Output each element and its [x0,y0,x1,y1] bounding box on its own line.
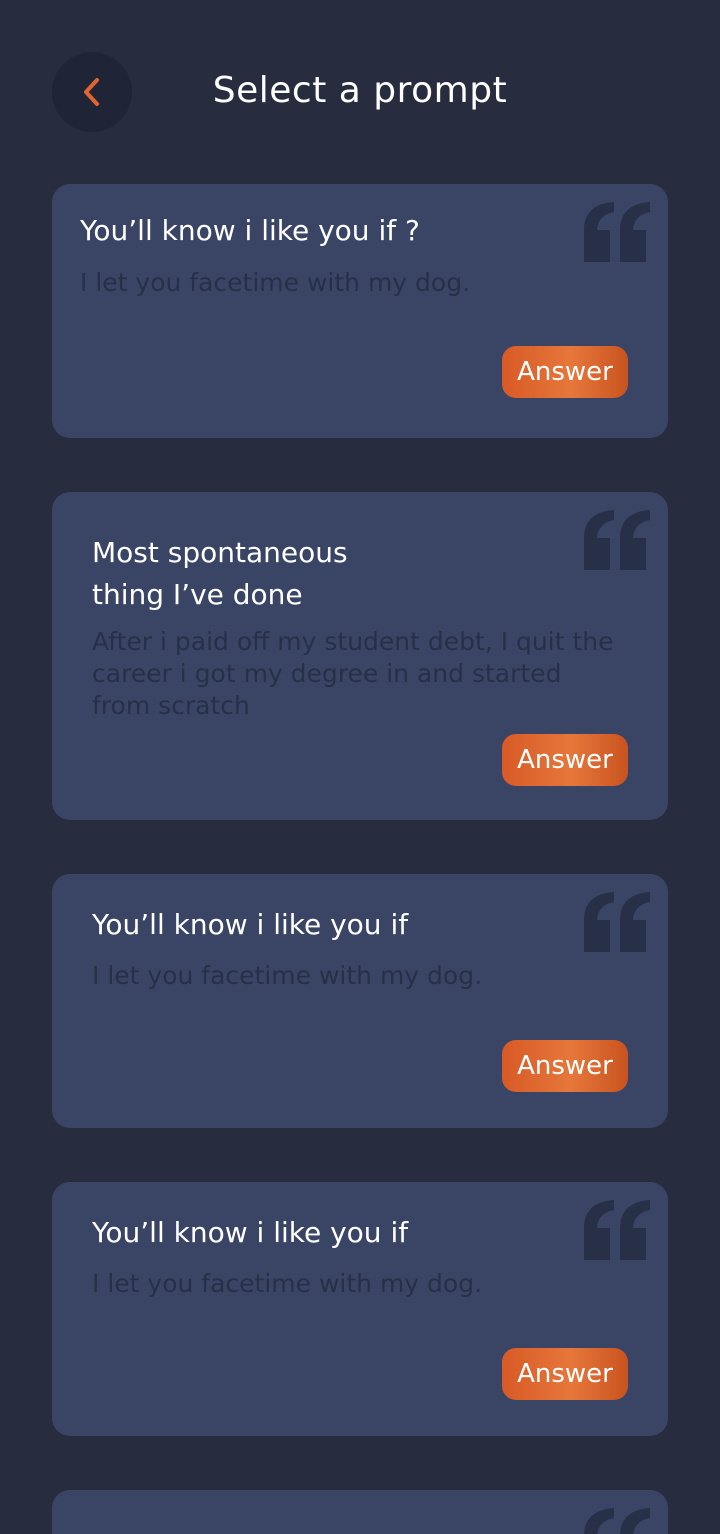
prompt-question: Most spontaneous thing I’ve done [92,532,348,616]
prompt-question: You’ll know i like you if ? [80,214,420,247]
prompt-card[interactable]: You’ll know i like you if ? I let you fa… [52,184,668,438]
answer-button[interactable]: Answer [502,1348,628,1400]
prompt-question-line: thing I’ve done [92,578,303,611]
answer-button[interactable]: Answer [502,734,628,786]
quote-icon [580,508,652,572]
header: Select a prompt [0,0,720,184]
quote-icon [580,1198,652,1262]
prompt-card[interactable]: Most spontaneous thing I’ve done After i… [52,492,668,820]
prompt-answer: I let you facetime with my dog. [92,1269,483,1298]
prompt-answer: I let you facetime with my dog. [80,268,471,297]
prompt-answer-line: career i got my degree in and started [92,659,562,688]
prompt-card[interactable]: You’ll know i like you if I let you face… [52,874,668,1128]
prompt-question: You’ll know i like you if [92,1216,409,1249]
prompt-answer-line: from scratch [92,691,250,720]
prompt-question: You’ll know i like you if [92,908,409,941]
quote-icon [580,1506,652,1534]
prompt-card[interactable] [52,1490,668,1534]
quote-icon [580,890,652,954]
prompt-answer: I let you facetime with my dog. [92,961,483,990]
page-title: Select a prompt [212,70,508,111]
answer-button[interactable]: Answer [502,346,628,398]
prompt-answer: After i paid off my student debt, I quit… [92,626,613,722]
answer-button[interactable]: Answer [502,1040,628,1092]
quote-icon [580,200,652,264]
prompt-question-line: Most spontaneous [92,536,348,569]
prompt-answer-line: After i paid off my student debt, I quit… [92,627,614,656]
prompt-card[interactable]: You’ll know i like you if I let you face… [52,1182,668,1436]
